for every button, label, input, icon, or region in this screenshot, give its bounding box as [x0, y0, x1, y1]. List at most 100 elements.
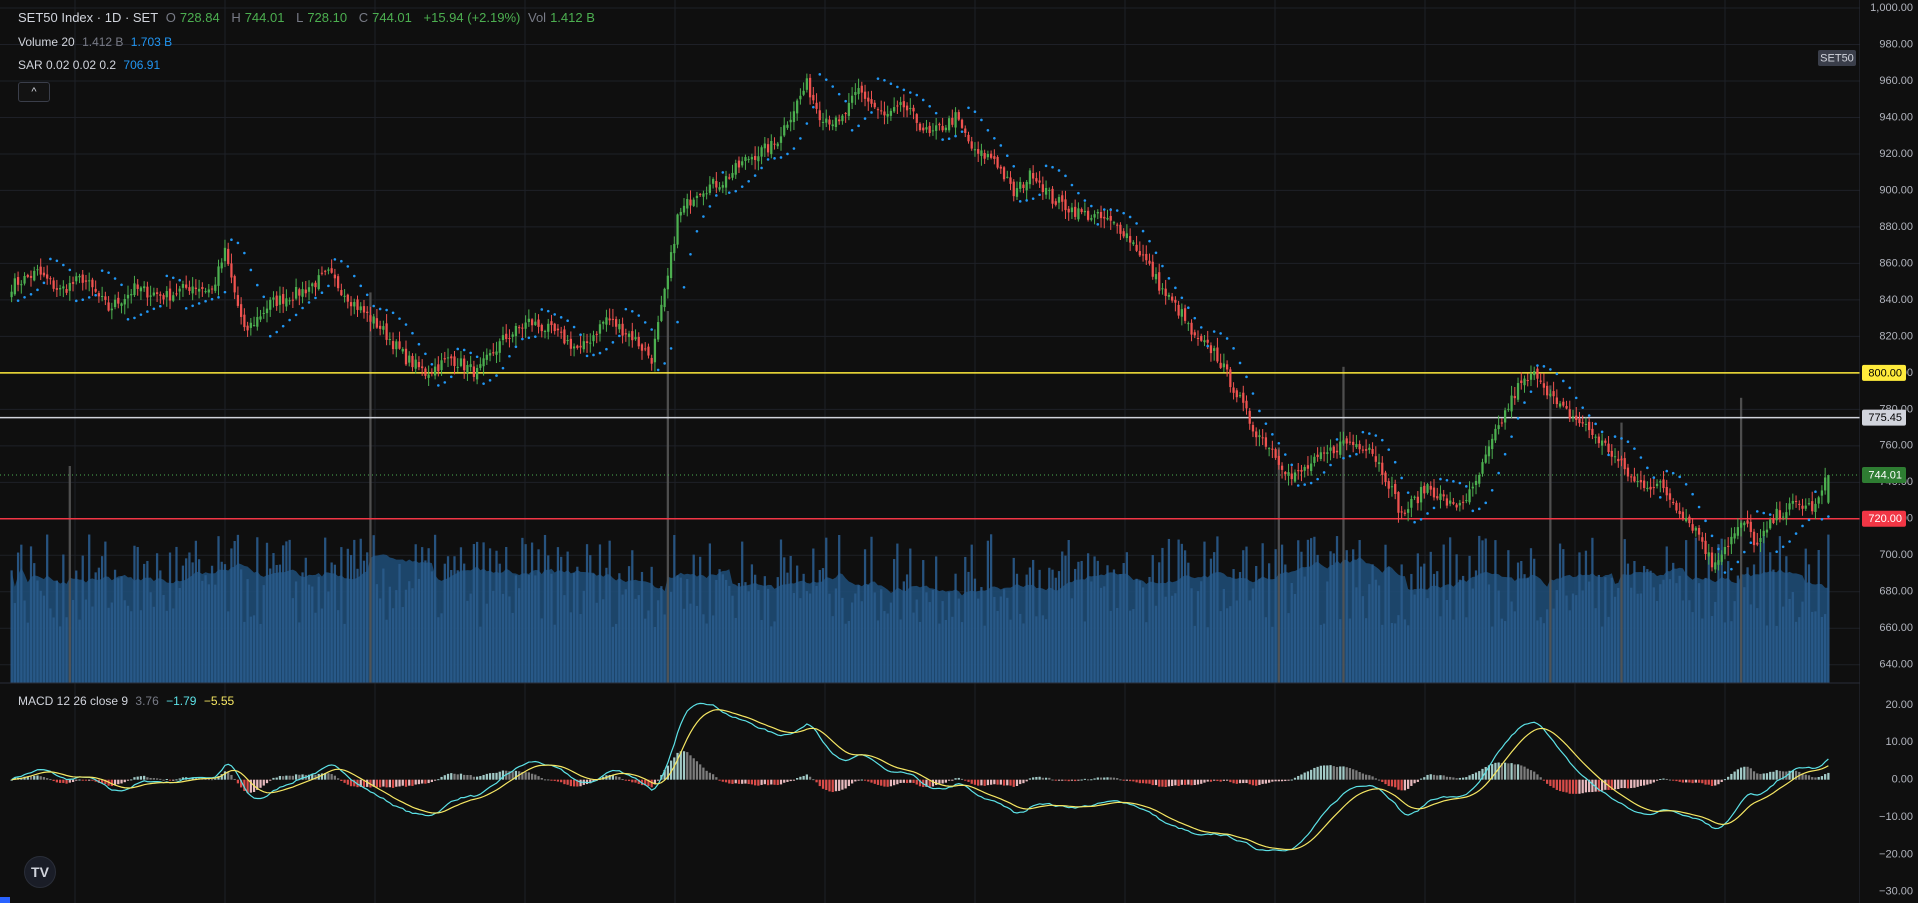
- volume-bar: [1636, 593, 1639, 683]
- macd-histogram-bar: [1503, 762, 1507, 780]
- volume-legend[interactable]: Volume 20 1.412 B 1.703 B: [18, 35, 176, 49]
- candle-body: [1361, 449, 1365, 451]
- macd-histogram-bar: [1339, 766, 1342, 780]
- macd-histogram-bar: [130, 779, 133, 781]
- volume-bar: [1345, 550, 1348, 683]
- volume-bar: [1313, 536, 1316, 683]
- candle-body: [614, 319, 618, 327]
- volume-bar: [547, 555, 550, 683]
- macd-histogram-bar: [433, 779, 437, 781]
- volume-bar: [1339, 619, 1342, 683]
- candle-body: [627, 333, 631, 338]
- volume-bar: [977, 598, 980, 683]
- candle-body: [1364, 449, 1368, 451]
- sar-dot: [1723, 571, 1727, 574]
- candle-body: [511, 334, 514, 337]
- candle-body: [262, 313, 265, 315]
- macd-histogram-bar: [39, 776, 42, 780]
- volume-bar: [191, 562, 194, 683]
- candle-body: [1607, 443, 1610, 453]
- candle-body: [1461, 501, 1465, 503]
- macd-histogram-bar: [560, 779, 563, 783]
- macd-histogram-bar: [770, 779, 773, 785]
- candle-body: [1183, 308, 1187, 321]
- symbol-title[interactable]: SET50 Index · 1D · SET: [18, 10, 158, 25]
- macd-histogram-bar: [1103, 777, 1106, 780]
- candle-body: [618, 324, 621, 330]
- sar-dot: [650, 328, 653, 331]
- macd-histogram-bar: [1025, 779, 1028, 782]
- macd-histogram-bar: [81, 779, 84, 781]
- volume-bar: [1436, 571, 1439, 683]
- macd-legend[interactable]: MACD 12 26 close 9 3.76 −1.79 −5.55: [18, 694, 238, 708]
- macd-histogram-bar: [52, 779, 55, 782]
- candle-body: [1213, 348, 1216, 351]
- macd-histogram-bar: [139, 776, 143, 780]
- macd-histogram-bar: [55, 779, 59, 783]
- candle-body: [269, 299, 272, 310]
- macd-histogram-bar: [1077, 779, 1080, 781]
- volume-bar: [689, 603, 692, 683]
- sar-dot: [947, 137, 951, 141]
- candle-body: [1727, 545, 1730, 547]
- candle-body: [278, 295, 282, 305]
- tradingview-logo-icon[interactable]: TV: [24, 856, 56, 888]
- volume-bar: [818, 569, 821, 683]
- candle-body: [1827, 475, 1830, 503]
- macd-histogram-bar: [278, 775, 282, 780]
- sar-dot: [1639, 456, 1643, 459]
- volume-bar: [553, 624, 556, 683]
- macd-histogram-bar: [1474, 772, 1478, 780]
- macd-histogram-bar: [1536, 774, 1539, 780]
- volume-bar: [126, 605, 130, 683]
- volume-bar: [1035, 616, 1038, 683]
- candle-body: [653, 338, 657, 363]
- sar-dot: [1174, 286, 1177, 290]
- volume-bar: [101, 556, 104, 683]
- volume-bar: [737, 582, 741, 683]
- volume-bar: [550, 573, 553, 683]
- sar-dot: [1316, 477, 1319, 481]
- sar-dot: [1594, 422, 1597, 426]
- candle-body: [1765, 529, 1769, 533]
- volume-bar: [799, 598, 802, 683]
- macd-histogram-bar: [463, 774, 466, 780]
- volume-bar: [686, 579, 689, 683]
- macd-histogram-bar: [1407, 779, 1410, 789]
- macd-histogram-bar: [1681, 779, 1685, 783]
- candle-body: [97, 293, 101, 297]
- volume-bar: [485, 603, 488, 683]
- sar-dot: [1051, 165, 1054, 169]
- macd-histogram-bar: [530, 773, 534, 780]
- candle-body: [414, 359, 417, 369]
- sar-dot: [986, 129, 990, 132]
- candle-body: [789, 119, 792, 123]
- macd-histogram-bar: [1183, 779, 1187, 785]
- sar-dot: [527, 336, 531, 340]
- candle-body: [818, 110, 821, 121]
- macd-histogram-bar: [1746, 766, 1749, 780]
- candle-body: [126, 294, 130, 299]
- volume-bar: [1400, 564, 1403, 683]
- volume-bar: [404, 589, 408, 683]
- volume-bar: [653, 626, 657, 683]
- sar-legend[interactable]: SAR 0.02 0.02 0.2 706.91: [18, 58, 164, 72]
- volume-bar: [1623, 539, 1626, 683]
- candle-body: [605, 317, 608, 325]
- macd-histogram-bar: [340, 779, 343, 782]
- sar-dot: [1684, 482, 1688, 486]
- volume-bar: [1500, 618, 1504, 683]
- sar-dot: [262, 295, 266, 299]
- chart-canvas[interactable]: 1,000.00980.00960.00940.00920.00900.0088…: [0, 0, 1918, 903]
- volume-bar: [207, 584, 210, 683]
- macd-histogram-bar: [731, 779, 734, 784]
- macd-histogram-bar: [1051, 779, 1054, 781]
- candle-body: [1374, 456, 1377, 462]
- volume-bar: [1196, 591, 1200, 683]
- macd-histogram-bar: [1074, 779, 1077, 782]
- candle-body: [1668, 493, 1672, 500]
- macd-histogram-bar: [821, 779, 825, 789]
- collapse-legend-button[interactable]: ^: [18, 82, 50, 102]
- volume-bar: [327, 591, 330, 683]
- candle-body: [1258, 435, 1261, 438]
